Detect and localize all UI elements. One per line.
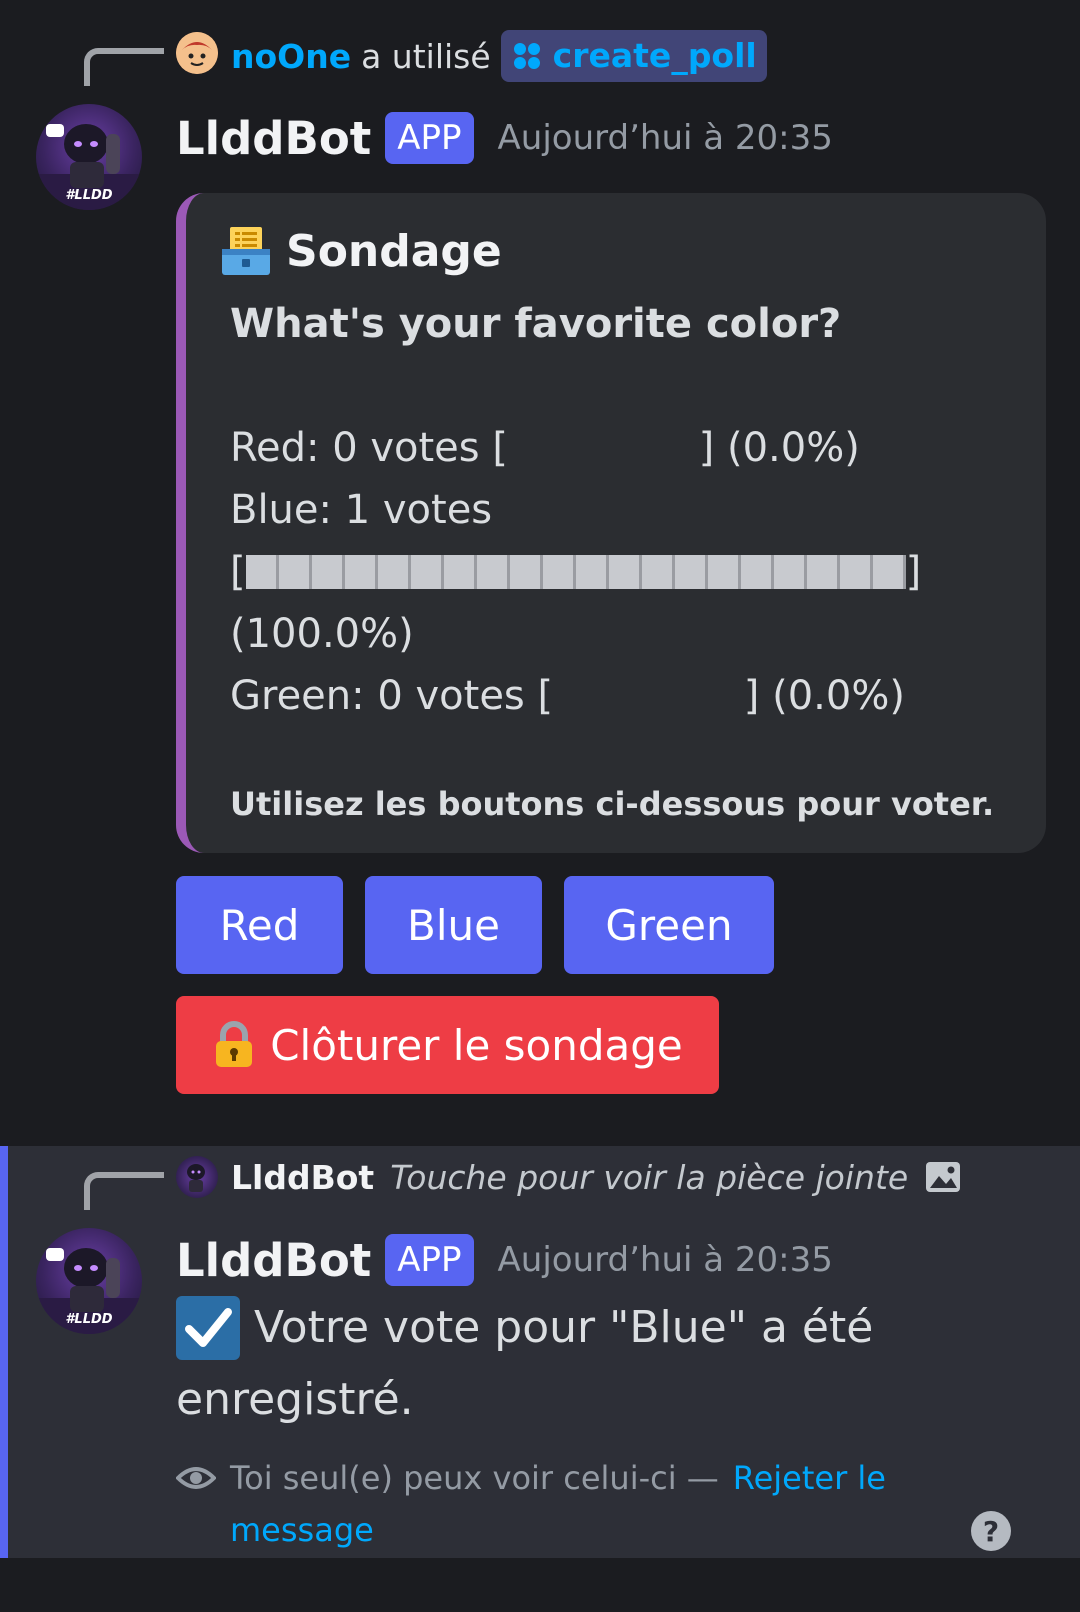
option-blue-percent: (100.0%) [230, 611, 414, 657]
reply-user-avatar[interactable] [176, 32, 218, 74]
embed-title-text: Sondage [286, 225, 502, 277]
close-poll-button[interactable]: Clôturer le sondage [176, 996, 719, 1094]
author-avatar-2[interactable]: #LLDD [36, 1228, 142, 1334]
message-header-2: LlddBot APP Aujourd’hui à 20:35 [176, 1230, 833, 1290]
bar-close-bracket: ] [905, 549, 922, 595]
app-badge: APP [385, 112, 474, 164]
dismiss-link-line2[interactable]: message [176, 1504, 936, 1556]
reply-line-2: LlddBot Touche pour voir la pièce jointe [231, 1152, 962, 1202]
check-mark-icon [176, 1296, 240, 1360]
reply-connector [84, 48, 164, 86]
ephemeral-note: Toi seul(e) peux voir celui-ci — [230, 1459, 719, 1497]
ballot-box-icon [222, 227, 270, 275]
option-blue-bar-row: [ ] [230, 547, 921, 597]
image-icon [926, 1162, 961, 1192]
reply-line: noOne a utilisé create_poll [231, 30, 767, 82]
reply-connector-2 [84, 1172, 164, 1210]
author-name-2[interactable]: LlddBot [176, 1234, 371, 1287]
author-name[interactable]: LlddBot [176, 112, 371, 165]
vote-red-button[interactable]: Red [176, 876, 343, 974]
confirmation-line1: Votre vote pour "Blue" a été [254, 1302, 874, 1353]
option-blue-line: Blue: 1 votes [230, 487, 493, 533]
bar-open-bracket: [ [230, 549, 246, 595]
eye-icon [176, 1467, 216, 1489]
confirmation-line2: enregistré. [176, 1374, 414, 1425]
command-pill[interactable]: create_poll [500, 30, 767, 82]
avatar-label-2: #LLDD [65, 1312, 113, 1327]
reply-bot-name[interactable]: LlddBot [231, 1158, 374, 1197]
option-green-line: Green: 0 votes [ ] (0.0%) [230, 673, 905, 719]
reply-text: a utilisé [361, 36, 491, 76]
poll-question: What's your favorite color? [230, 301, 842, 347]
vote-green-button[interactable]: Green [564, 876, 774, 974]
app-badge-2: APP [385, 1234, 474, 1286]
lock-icon [216, 1021, 253, 1067]
option-red-line: Red: 0 votes [ ] (0.0%) [230, 425, 860, 471]
help-icon[interactable]: ? [971, 1511, 1011, 1551]
avatar-label: #LLDD [65, 188, 113, 203]
reply-username[interactable]: noOne [231, 37, 351, 76]
embed-title: Sondage [220, 221, 502, 281]
close-poll-label: Clôturer le sondage [270, 1020, 683, 1070]
message-header: LlddBot APP Aujourd’hui à 20:35 [176, 108, 833, 168]
progress-bar-blue [245, 555, 906, 589]
ephemeral-notice: Toi seul(e) peux voir celui-ci — Rejeter… [176, 1452, 936, 1556]
poll-embed: Sondage What's your favorite color? Red:… [176, 193, 1046, 853]
reply-attachment-text[interactable]: Touche pour voir la pièce jointe [390, 1158, 908, 1197]
timestamp-2: Aujourd’hui à 20:35 [497, 1240, 833, 1280]
author-avatar[interactable]: #LLDD [36, 104, 142, 210]
reply-bot-avatar[interactable] [176, 1156, 218, 1198]
progress-bar-fill [245, 555, 906, 589]
vote-blue-button[interactable]: Blue [365, 876, 542, 974]
vote-confirmation: Votre vote pour "Blue" a été enregistré. [176, 1292, 1036, 1436]
timestamp: Aujourd’hui à 20:35 [497, 118, 833, 158]
dismiss-link[interactable]: Rejeter le [733, 1452, 886, 1504]
command-name: create_poll [552, 36, 757, 75]
slash-command-icon [513, 43, 540, 69]
embed-footer: Utilisez les boutons ci-dessous pour vot… [230, 785, 995, 823]
